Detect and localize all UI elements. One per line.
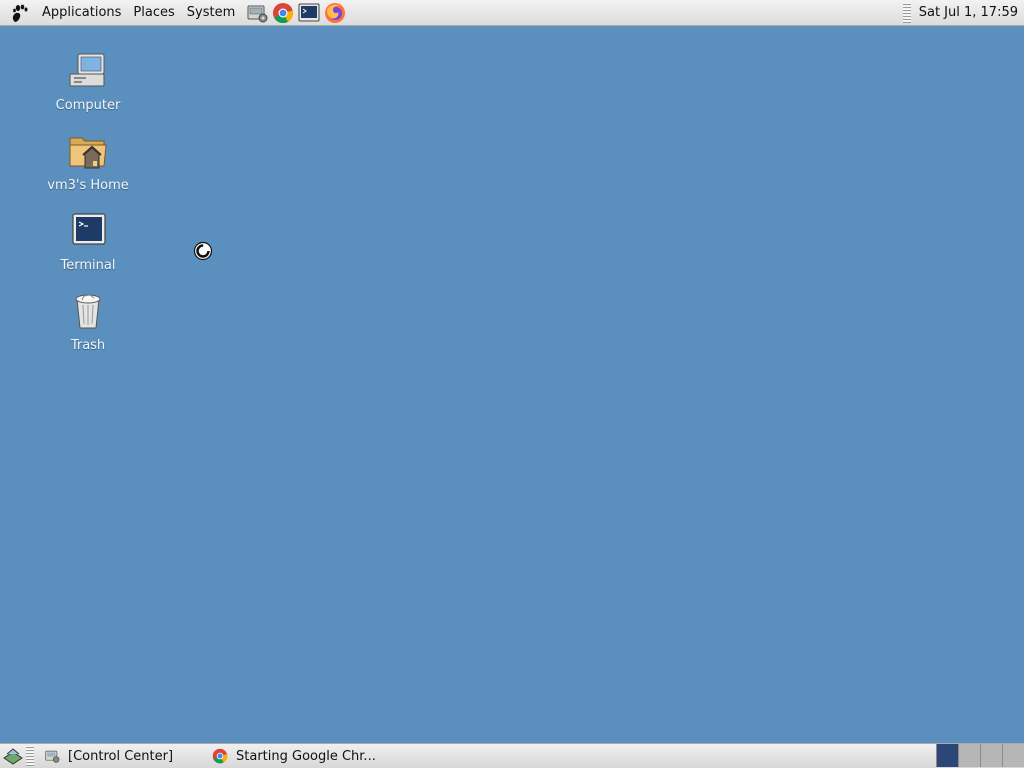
task-google-chrome[interactable]: Starting Google Chr...	[206, 745, 386, 767]
task-control-center[interactable]: [Control Center]	[38, 745, 194, 767]
top-panel: Applications Places System Sat Jul 1, 17…	[0, 0, 1024, 26]
task-label: Starting Google Chr...	[236, 748, 376, 764]
desktop-icon-home[interactable]: vm3's Home	[43, 130, 133, 193]
menu-places[interactable]: Places	[127, 0, 180, 25]
chrome-icon	[212, 748, 228, 764]
desktop-icon-label: Terminal	[60, 258, 116, 273]
computer-icon	[69, 53, 105, 87]
show-desktop-icon	[3, 748, 23, 765]
control-center-icon	[45, 750, 60, 763]
desktop-icon-terminal[interactable]: Terminal	[43, 210, 133, 273]
desktop-icon-label: Computer	[55, 98, 121, 113]
control-center-launcher[interactable]	[245, 1, 269, 25]
desktop-icon-label: vm3's Home	[47, 178, 129, 193]
busy-cursor-icon	[193, 241, 213, 261]
desktop-icon-computer[interactable]: Computer	[43, 50, 133, 113]
bottom-panel: [Control Center] Starting Google Chr...	[0, 743, 1024, 768]
menu-applications[interactable]: Applications	[36, 0, 127, 25]
launcher-area	[245, 1, 347, 25]
terminal-icon	[298, 3, 320, 21]
trash-icon	[75, 294, 101, 329]
workspace-3[interactable]	[980, 744, 1002, 767]
chrome-launcher[interactable]	[271, 1, 295, 25]
task-label: [Control Center]	[68, 748, 174, 764]
panel-drag-handle[interactable]	[26, 746, 34, 766]
chrome-icon	[273, 2, 294, 23]
workspace-1[interactable]	[936, 744, 958, 767]
workspace-2[interactable]	[958, 744, 980, 767]
show-desktop-button[interactable]	[0, 745, 26, 767]
terminal-launcher[interactable]	[297, 1, 321, 25]
control-center-icon	[247, 5, 268, 22]
menu-system[interactable]: System	[181, 0, 241, 25]
workspace-switcher	[936, 744, 1024, 768]
firefox-icon	[325, 2, 346, 23]
panel-drag-handle[interactable]	[902, 2, 911, 23]
home-folder-icon	[69, 137, 107, 169]
clock[interactable]: Sat Jul 1, 17:59	[919, 5, 1018, 20]
firefox-launcher[interactable]	[323, 1, 347, 25]
workspace-4[interactable]	[1002, 744, 1024, 767]
gnome-foot-icon[interactable]	[8, 2, 30, 24]
terminal-icon	[72, 213, 106, 245]
desktop-icon-label: Trash	[70, 338, 106, 353]
desktop-icon-trash[interactable]: Trash	[43, 290, 133, 353]
